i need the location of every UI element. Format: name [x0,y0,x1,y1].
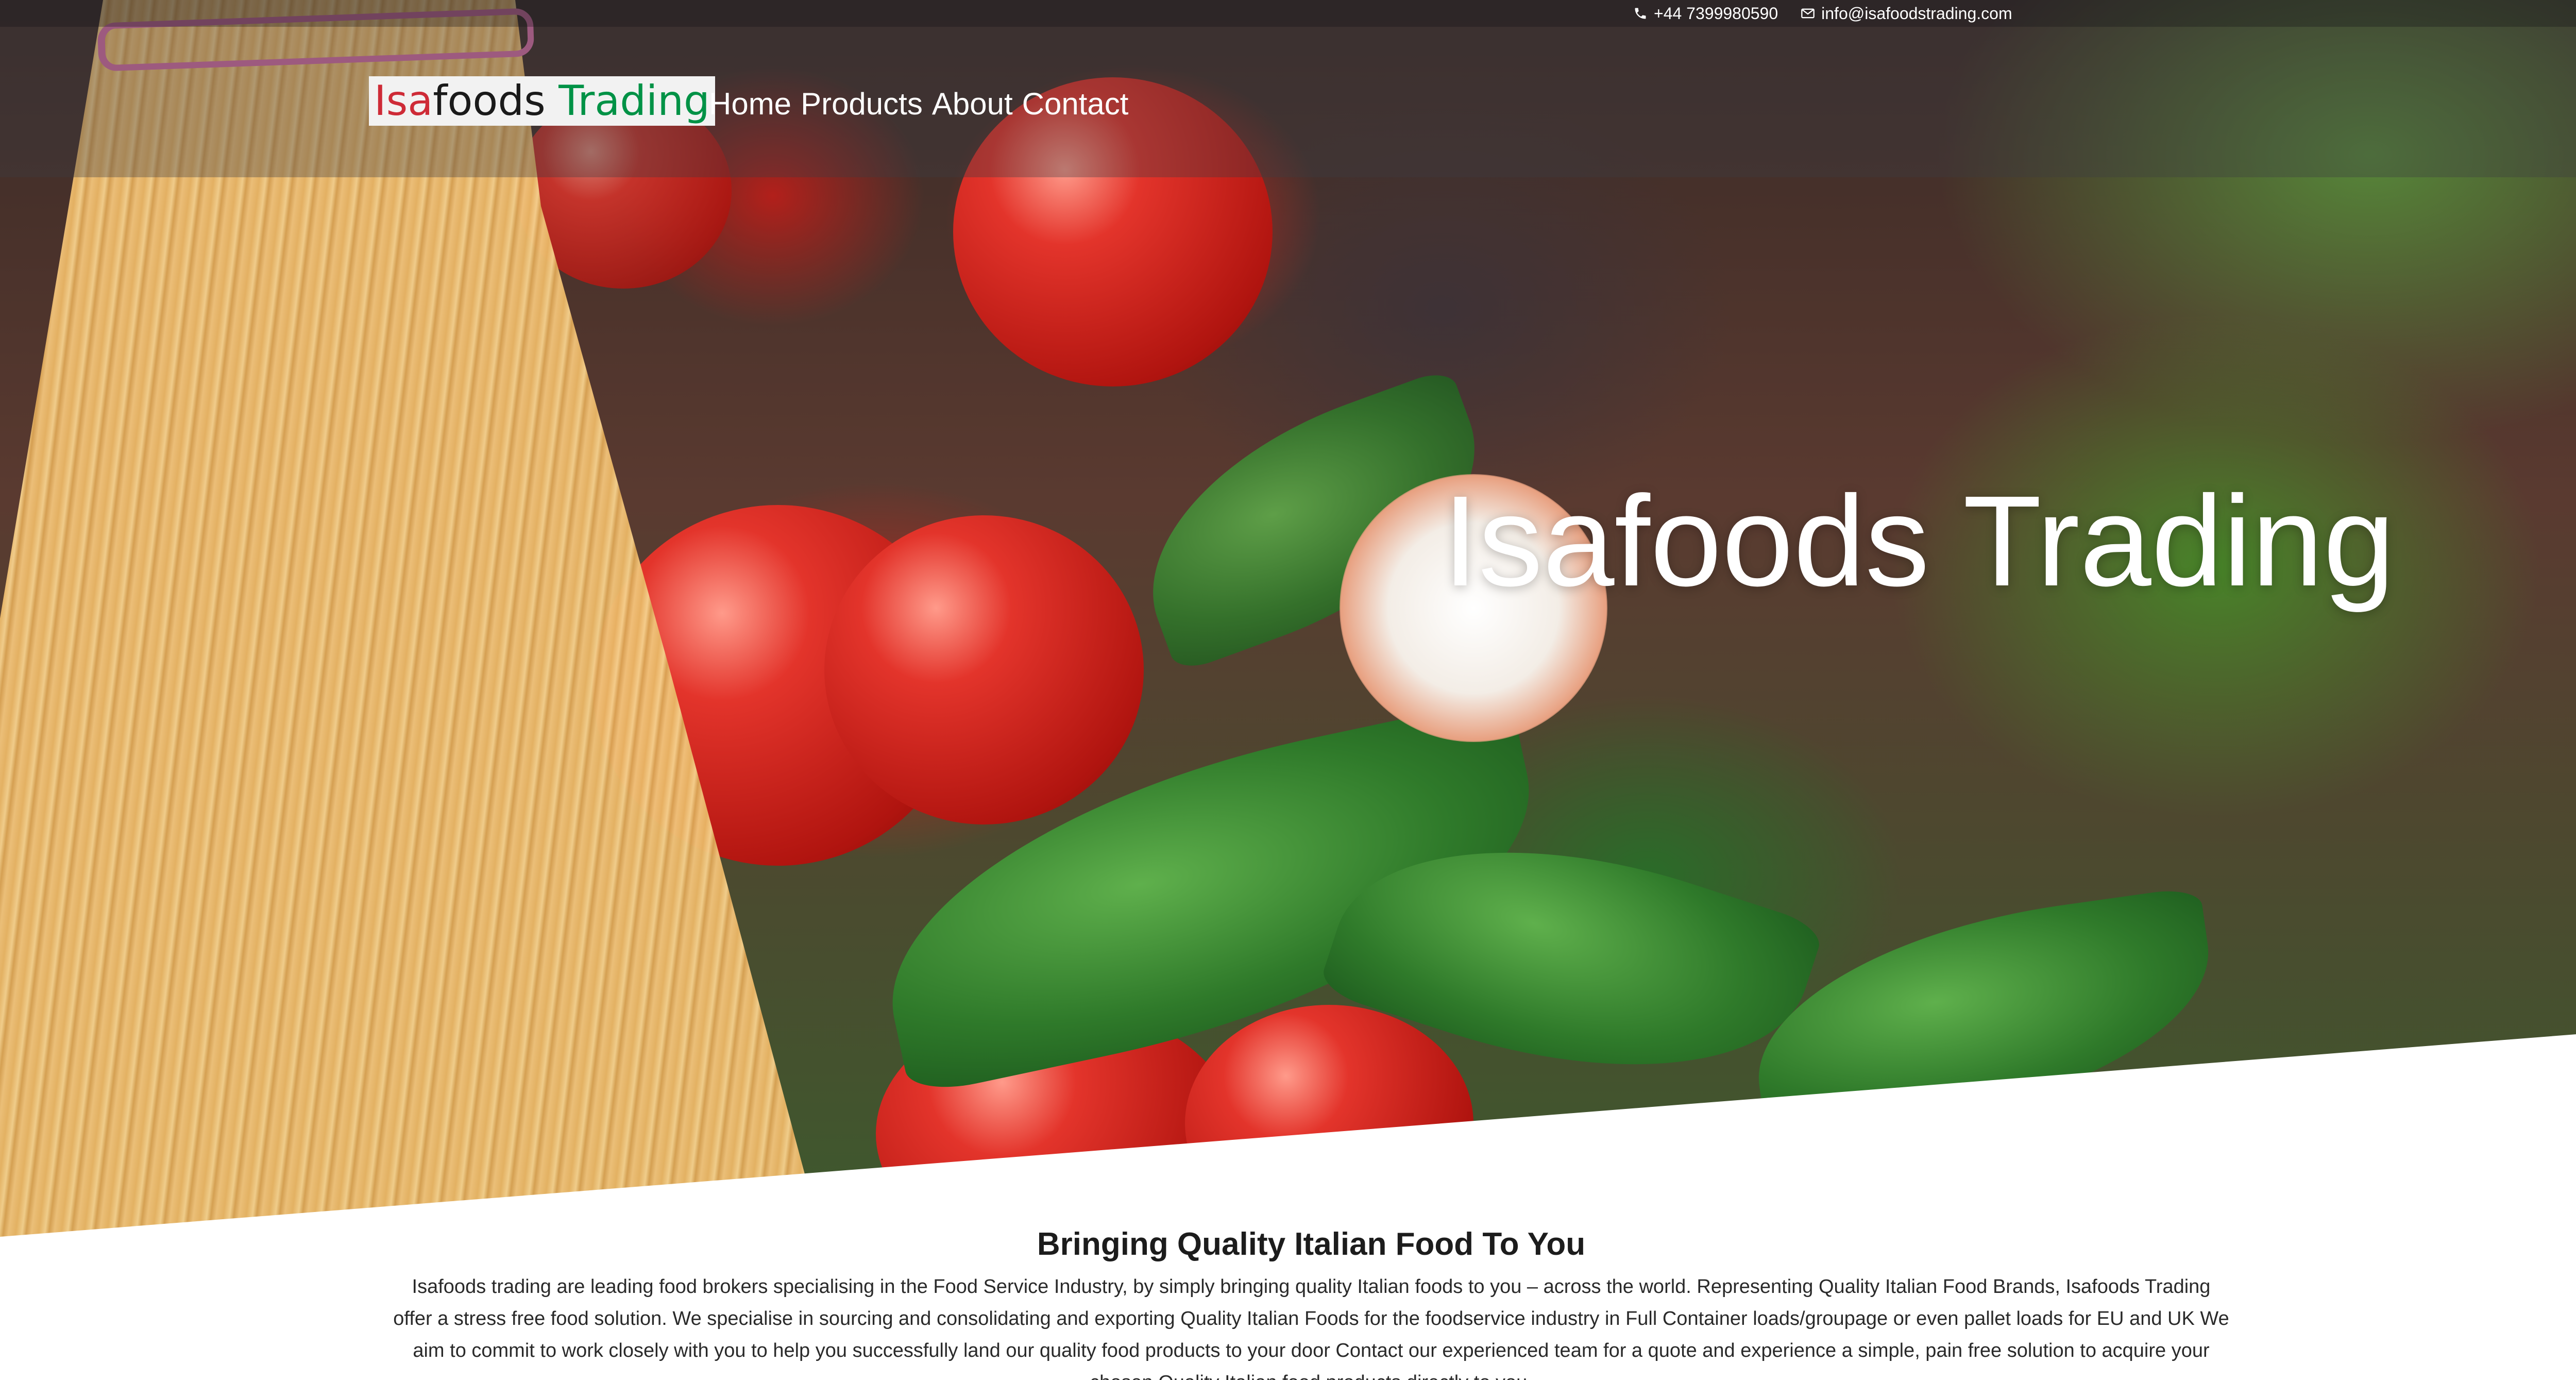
hero-title: Isafoods Trading [1443,469,2395,613]
nav-item-about[interactable]: About [932,83,1013,125]
site-logo-link[interactable]: Isafoods Trading [369,76,715,126]
nav-item-products[interactable]: Products [801,83,923,125]
email-link[interactable]: info@isafoodstrading.com [1801,0,2012,27]
envelope-icon [1801,8,1815,19]
hero-background-image [0,0,2576,1247]
main-navbar: Isafoods Trading Home Products About Con… [0,27,2576,177]
phone-link[interactable]: +44 7399980590 [1633,0,1778,27]
nav-item-contact[interactable]: Contact [1022,83,1129,125]
logo-text-part3: Trading [545,77,710,125]
intro-section: Bringing Quality Italian Food To You Isa… [392,1221,2231,1380]
phone-icon [1635,8,1646,19]
logo-text-part1: Isa [374,77,433,125]
intro-heading: Bringing Quality Italian Food To You [1037,1226,1586,1262]
contact-topbar: +44 7399980590 info@isafoodstrading.com [0,0,2576,27]
tomato-shape [824,515,1144,824]
intro-paragraph: Isafoods trading are leading food broker… [393,1276,2229,1380]
nav-menu: Home Products About Contact [709,83,1128,125]
logo-text-part2: foods [433,77,546,125]
email-address: info@isafoodstrading.com [1821,4,2012,23]
nav-item-home[interactable]: Home [709,83,791,125]
phone-number: +44 7399980590 [1654,4,1778,23]
